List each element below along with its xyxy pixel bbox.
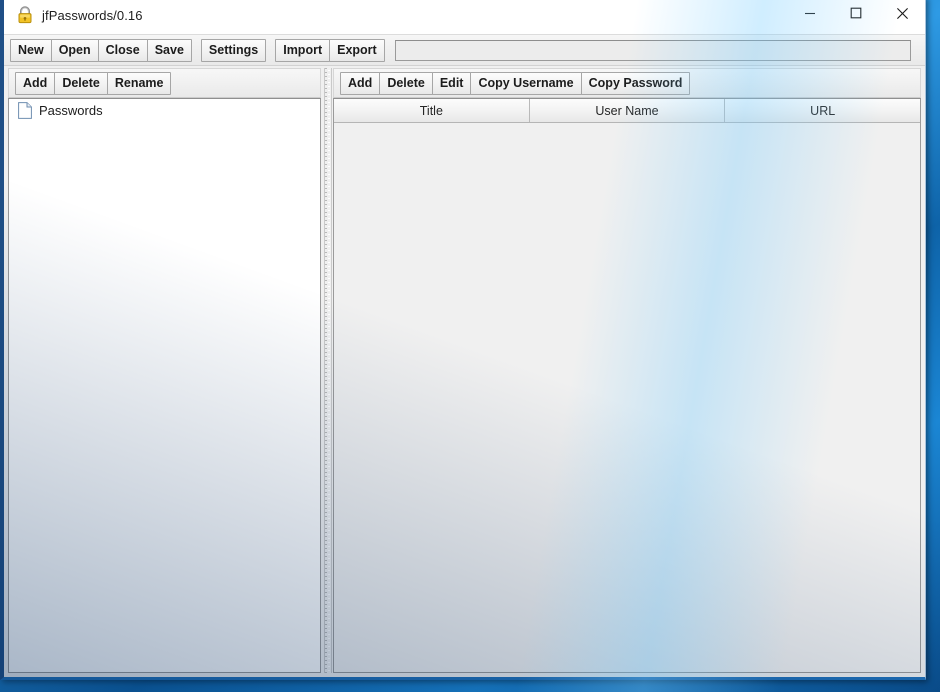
table-header-row: Title User Name URL (334, 99, 920, 123)
tree-delete-button[interactable]: Delete (54, 71, 108, 95)
copy-username-button[interactable]: Copy Username (470, 71, 582, 95)
import-button[interactable]: Import (275, 38, 331, 62)
export-button[interactable]: Export (329, 38, 385, 62)
entries-pane: Add Delete Edit Copy Username Copy Passw… (333, 68, 921, 673)
entry-add-button[interactable]: Add (340, 71, 381, 95)
tree-add-button[interactable]: Add (15, 71, 56, 95)
table-body-empty[interactable] (334, 123, 920, 672)
tree-pane: Add Delete Rename Passwords (8, 68, 321, 673)
split-pane-grip[interactable] (324, 68, 332, 673)
save-button[interactable]: Save (146, 38, 192, 62)
split-pane-divider[interactable] (321, 68, 333, 673)
desktop-background: jfPasswords/0.16 New Open Close Save Set… (0, 0, 940, 692)
copy-password-button[interactable]: Copy Password (580, 71, 691, 95)
password-group-tree[interactable]: Passwords (8, 98, 321, 673)
close-icon[interactable] (879, 0, 925, 29)
search-input[interactable] (394, 39, 911, 61)
document-icon (18, 102, 32, 119)
entry-delete-button[interactable]: Delete (379, 71, 433, 95)
main-toolbar: New Open Close Save Settings Import Expo… (4, 34, 925, 66)
column-header-title[interactable]: Title (334, 99, 530, 122)
column-header-url[interactable]: URL (725, 99, 920, 122)
entries-table: Title User Name URL (333, 98, 921, 673)
tree-item-passwords[interactable]: Passwords (9, 99, 320, 122)
split-pane: Add Delete Rename Passwords Add Delete E… (4, 66, 925, 677)
entry-edit-button[interactable]: Edit (431, 71, 472, 95)
tree-toolbar: Add Delete Rename (8, 68, 321, 98)
close-button[interactable]: Close (97, 38, 148, 62)
entries-toolbar: Add Delete Edit Copy Username Copy Passw… (333, 68, 921, 98)
padlock-icon (16, 6, 34, 24)
column-header-user-name[interactable]: User Name (529, 99, 726, 122)
new-button[interactable]: New (10, 38, 52, 62)
application-window: jfPasswords/0.16 New Open Close Save Set… (0, 0, 926, 680)
window-controls (787, 0, 925, 33)
minimize-icon[interactable] (787, 0, 833, 29)
title-bar-left: jfPasswords/0.16 (4, 6, 143, 24)
title-bar[interactable]: jfPasswords/0.16 (4, 0, 925, 34)
settings-button[interactable]: Settings (200, 38, 267, 62)
window-title: jfPasswords/0.16 (42, 7, 143, 23)
tree-rename-button[interactable]: Rename (106, 71, 172, 95)
maximize-icon[interactable] (833, 0, 879, 29)
open-button[interactable]: Open (50, 38, 99, 62)
tree-item-label: Passwords (39, 103, 103, 118)
